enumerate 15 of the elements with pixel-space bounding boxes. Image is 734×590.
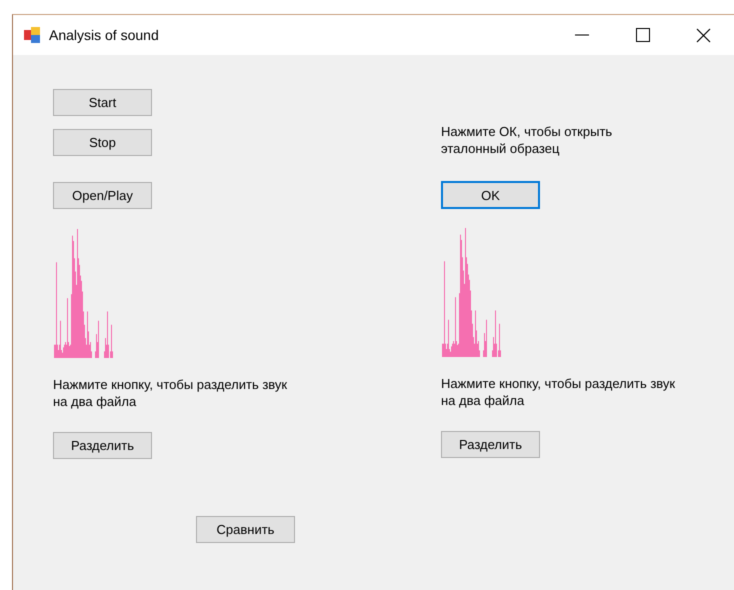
ok-hint: Нажмите ОК, чтобы открыть эталонный образец	[441, 123, 613, 157]
maximize-icon	[636, 28, 650, 42]
open-play-button[interactable]: Open/Play	[53, 182, 152, 209]
split-hint: Нажмите кнопку, чтобы разделить звук на два файла	[441, 375, 676, 409]
window-title: Analysis of sound	[49, 27, 160, 43]
stop-button[interactable]: Stop	[53, 129, 152, 156]
split-button[interactable]: Разделить	[53, 432, 152, 459]
start-button[interactable]: Start	[53, 89, 152, 116]
ok-button[interactable]: OK	[441, 181, 540, 209]
close-icon	[696, 28, 711, 42]
split-button[interactable]: Разделить	[441, 431, 540, 458]
app-icon	[23, 26, 41, 44]
minimize-icon	[574, 34, 588, 36]
compare-button[interactable]: Сравнить	[196, 516, 295, 543]
split-hint: Нажмите кнопку, чтобы разделить звук на два файла	[53, 376, 288, 410]
